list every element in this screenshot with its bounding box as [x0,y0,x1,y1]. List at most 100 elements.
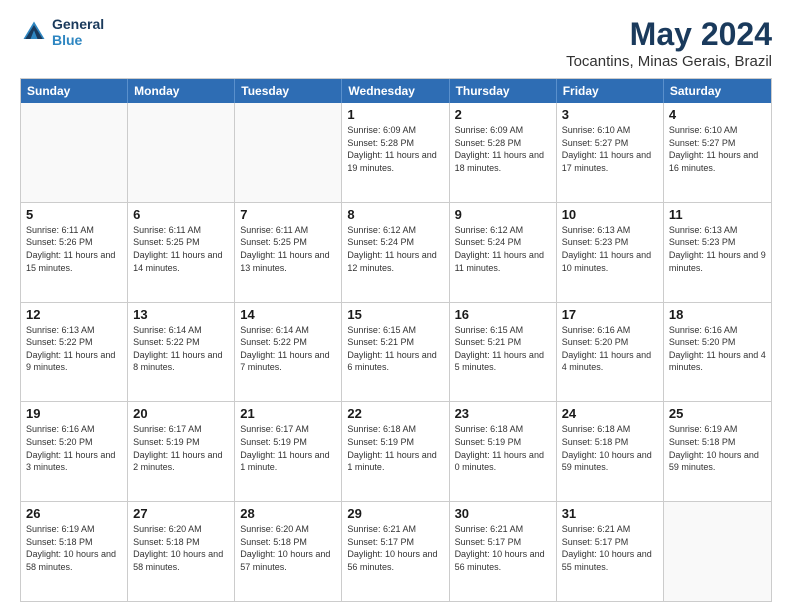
day-number: 13 [133,307,229,322]
day-info: Sunrise: 6:17 AM Sunset: 5:19 PM Dayligh… [133,423,229,473]
day-cell-17: 17 Sunrise: 6:16 AM Sunset: 5:20 PM Dayli… [557,303,664,402]
day-info: Sunrise: 6:11 AM Sunset: 5:26 PM Dayligh… [26,224,122,274]
day-info: Sunrise: 6:11 AM Sunset: 5:25 PM Dayligh… [240,224,336,274]
day-info: Sunrise: 6:17 AM Sunset: 5:19 PM Dayligh… [240,423,336,473]
day-number: 8 [347,207,443,222]
day-number: 15 [347,307,443,322]
header-day-monday: Monday [128,79,235,103]
day-info: Sunrise: 6:16 AM Sunset: 5:20 PM Dayligh… [562,324,658,374]
day-cell-3: 3Sunrise: 6:10 AM Sunset: 5:27 PM Daylig… [557,103,664,202]
day-number: 14 [240,307,336,322]
day-number: 27 [133,506,229,521]
day-info: Sunrise: 6:13 AM Sunset: 5:22 PM Dayligh… [26,324,122,374]
day-cell-10: 10 Sunrise: 6:13 AM Sunset: 5:23 PM Dayli… [557,203,664,302]
day-cell-9: 9Sunrise: 6:12 AM Sunset: 5:24 PM Daylig… [450,203,557,302]
header-day-wednesday: Wednesday [342,79,449,103]
day-info: Sunrise: 6:20 AM Sunset: 5:18 PM Dayligh… [240,523,336,573]
day-cell-4: 4Sunrise: 6:10 AM Sunset: 5:27 PM Daylig… [664,103,771,202]
day-cell-30: 30 Sunrise: 6:21 AM Sunset: 5:17 PM Dayli… [450,502,557,601]
day-info: Sunrise: 6:18 AM Sunset: 5:18 PM Dayligh… [562,423,658,473]
day-number: 5 [26,207,122,222]
day-number: 2 [455,107,551,122]
day-number: 28 [240,506,336,521]
day-cell-19: 19 Sunrise: 6:16 AM Sunset: 5:20 PM Dayli… [21,402,128,501]
day-info: Sunrise: 6:20 AM Sunset: 5:18 PM Dayligh… [133,523,229,573]
day-cell-11: 11 Sunrise: 6:13 AM Sunset: 5:23 PM Dayli… [664,203,771,302]
day-cell-24: 24Sunrise: 6:18 AM Sunset: 5:18 PM Dayli… [557,402,664,501]
day-number: 4 [669,107,766,122]
day-number: 6 [133,207,229,222]
day-cell-22: 22 Sunrise: 6:18 AM Sunset: 5:19 PM Dayli… [342,402,449,501]
calendar: SundayMondayTuesdayWednesdayThursdayFrid… [20,78,772,602]
day-info: Sunrise: 6:13 AM Sunset: 5:23 PM Dayligh… [562,224,658,274]
week-row-4: 19 Sunrise: 6:16 AM Sunset: 5:20 PM Dayli… [21,401,771,501]
day-cell-2: 2 Sunrise: 6:09 AM Sunset: 5:28 PM Daylig… [450,103,557,202]
week-row-3: 12 Sunrise: 6:13 AM Sunset: 5:22 PM Dayli… [21,302,771,402]
day-info: Sunrise: 6:09 AM Sunset: 5:28 PM Dayligh… [347,124,443,174]
day-cell-1: 1 Sunrise: 6:09 AM Sunset: 5:28 PM Daylig… [342,103,449,202]
day-cell-13: 13 Sunrise: 6:14 AM Sunset: 5:22 PM Dayli… [128,303,235,402]
page: General Blue May 2024 Tocantins, Minas G… [0,0,792,612]
logo: General Blue [20,16,104,48]
day-info: Sunrise: 6:19 AM Sunset: 5:18 PM Dayligh… [669,423,766,473]
day-number: 21 [240,406,336,421]
day-info: Sunrise: 6:16 AM Sunset: 5:20 PM Dayligh… [26,423,122,473]
day-cell-20: 20 Sunrise: 6:17 AM Sunset: 5:19 PM Dayli… [128,402,235,501]
day-cell-31: 31 Sunrise: 6:21 AM Sunset: 5:17 PM Dayli… [557,502,664,601]
day-number: 10 [562,207,658,222]
day-info: Sunrise: 6:15 AM Sunset: 5:21 PM Dayligh… [347,324,443,374]
calendar-header: SundayMondayTuesdayWednesdayThursdayFrid… [21,79,771,103]
day-cell-18: 18Sunrise: 6:16 AM Sunset: 5:20 PM Dayli… [664,303,771,402]
day-number: 25 [669,406,766,421]
day-info: Sunrise: 6:12 AM Sunset: 5:24 PM Dayligh… [347,224,443,274]
day-cell-28: 28 Sunrise: 6:20 AM Sunset: 5:18 PM Dayli… [235,502,342,601]
day-cell-21: 21 Sunrise: 6:17 AM Sunset: 5:19 PM Dayli… [235,402,342,501]
day-cell-12: 12 Sunrise: 6:13 AM Sunset: 5:22 PM Dayli… [21,303,128,402]
day-number: 29 [347,506,443,521]
day-number: 1 [347,107,443,122]
day-number: 3 [562,107,658,122]
header-day-tuesday: Tuesday [235,79,342,103]
calendar-body: 1 Sunrise: 6:09 AM Sunset: 5:28 PM Daylig… [21,103,771,601]
day-info: Sunrise: 6:11 AM Sunset: 5:25 PM Dayligh… [133,224,229,274]
day-cell-29: 29 Sunrise: 6:21 AM Sunset: 5:17 PM Dayli… [342,502,449,601]
week-row-1: 1 Sunrise: 6:09 AM Sunset: 5:28 PM Daylig… [21,103,771,202]
day-number: 22 [347,406,443,421]
week-row-5: 26 Sunrise: 6:19 AM Sunset: 5:18 PM Dayli… [21,501,771,601]
day-number: 7 [240,207,336,222]
header-day-sunday: Sunday [21,79,128,103]
day-number: 26 [26,506,122,521]
logo-text: General Blue [52,16,104,48]
day-cell-5: 5 Sunrise: 6:11 AM Sunset: 5:26 PM Daylig… [21,203,128,302]
day-number: 16 [455,307,551,322]
day-info: Sunrise: 6:19 AM Sunset: 5:18 PM Dayligh… [26,523,122,573]
day-cell-16: 16Sunrise: 6:15 AM Sunset: 5:21 PM Dayli… [450,303,557,402]
day-number: 9 [455,207,551,222]
day-info: Sunrise: 6:18 AM Sunset: 5:19 PM Dayligh… [455,423,551,473]
day-number: 20 [133,406,229,421]
day-info: Sunrise: 6:21 AM Sunset: 5:17 PM Dayligh… [455,523,551,573]
day-number: 12 [26,307,122,322]
day-info: Sunrise: 6:09 AM Sunset: 5:28 PM Dayligh… [455,124,551,174]
header-day-friday: Friday [557,79,664,103]
day-info: Sunrise: 6:21 AM Sunset: 5:17 PM Dayligh… [562,523,658,573]
logo-icon [20,18,48,46]
day-number: 30 [455,506,551,521]
day-number: 31 [562,506,658,521]
day-info: Sunrise: 6:14 AM Sunset: 5:22 PM Dayligh… [133,324,229,374]
day-cell-25: 25 Sunrise: 6:19 AM Sunset: 5:18 PM Dayli… [664,402,771,501]
day-info: Sunrise: 6:13 AM Sunset: 5:23 PM Dayligh… [669,224,766,274]
header: General Blue May 2024 Tocantins, Minas G… [20,16,772,70]
day-cell-15: 15 Sunrise: 6:15 AM Sunset: 5:21 PM Dayli… [342,303,449,402]
empty-cell [664,502,771,601]
day-number: 19 [26,406,122,421]
day-info: Sunrise: 6:21 AM Sunset: 5:17 PM Dayligh… [347,523,443,573]
day-number: 11 [669,207,766,222]
day-cell-26: 26 Sunrise: 6:19 AM Sunset: 5:18 PM Dayli… [21,502,128,601]
header-day-thursday: Thursday [450,79,557,103]
day-number: 17 [562,307,658,322]
main-title: May 2024 [566,16,772,53]
day-number: 23 [455,406,551,421]
day-cell-8: 8 Sunrise: 6:12 AM Sunset: 5:24 PM Daylig… [342,203,449,302]
day-info: Sunrise: 6:18 AM Sunset: 5:19 PM Dayligh… [347,423,443,473]
